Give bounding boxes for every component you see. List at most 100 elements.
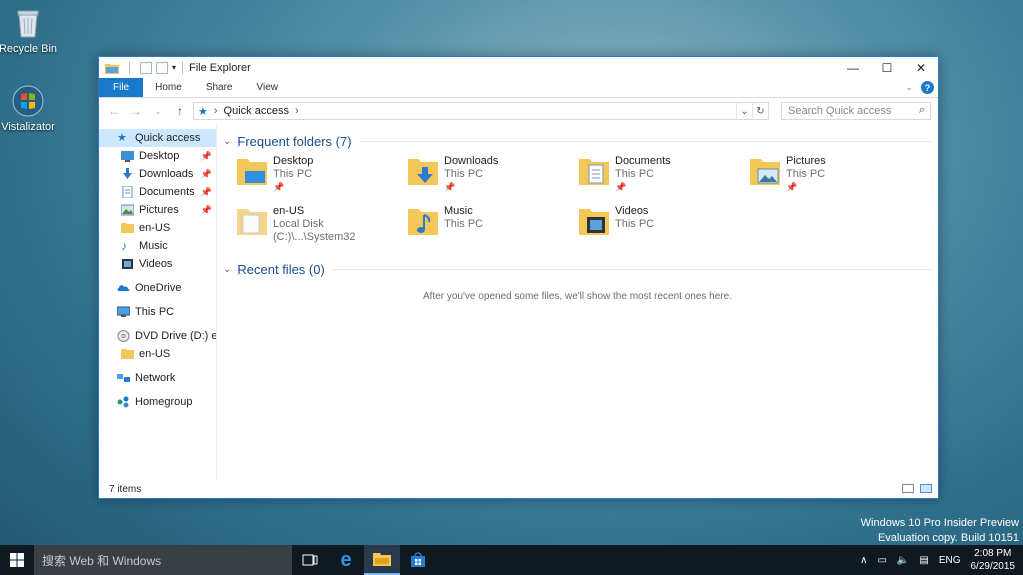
- folder-tile-pictures[interactable]: Pictures This PC 📌: [748, 153, 919, 203]
- sidebar-item-videos[interactable]: Videos: [99, 255, 216, 273]
- sidebar-item-label: en-US: [139, 348, 171, 360]
- taskbar: 搜索 Web 和 Windows e ∧ ▭ 🔈 ▤ ENG 2:08 PM 6…: [0, 545, 1023, 575]
- breadcrumb-quick-access[interactable]: Quick access: [224, 105, 289, 117]
- recent-locations-icon[interactable]: ⌄: [149, 107, 167, 116]
- action-center-icon[interactable]: ▤: [919, 555, 928, 566]
- sidebar-item-pictures[interactable]: Pictures 📌: [99, 201, 216, 219]
- tab-home[interactable]: Home: [143, 78, 194, 97]
- collapse-chevron-icon[interactable]: ⌄: [223, 264, 231, 275]
- forward-button[interactable]: →: [127, 104, 145, 118]
- sidebar-item-network[interactable]: Network: [99, 369, 216, 387]
- help-icon[interactable]: ?: [921, 81, 934, 94]
- sidebar-item-desktop[interactable]: Desktop 📌: [99, 147, 216, 165]
- start-button[interactable]: [0, 545, 34, 575]
- frequent-folders-header[interactable]: ⌄ Frequent folders (7): [223, 131, 932, 151]
- pin-icon: 📌: [200, 168, 212, 179]
- title-bar[interactable]: ▾ File Explorer — ☐ ✕: [99, 57, 938, 78]
- properties-icon[interactable]: [140, 61, 152, 74]
- view-switcher: [902, 484, 932, 493]
- close-button[interactable]: ✕: [904, 57, 938, 78]
- desktop-icon-recycle-bin[interactable]: Recycle Bin: [0, 6, 60, 55]
- folder-location: Local Disk (C:)\...\System32: [273, 218, 356, 243]
- breadcrumb-chevron-icon[interactable]: ›: [295, 105, 299, 117]
- qat-dropdown-icon[interactable]: ▾: [172, 63, 176, 72]
- sidebar-item-label: Network: [135, 372, 176, 384]
- sidebar-item-label: Desktop: [139, 150, 180, 162]
- music-folder-icon: [408, 209, 438, 235]
- clock[interactable]: 2:08 PM 6/29/2015: [971, 547, 1016, 573]
- desktop-folder-icon: [237, 159, 267, 185]
- search-input[interactable]: Search Quick access ⌕: [781, 102, 931, 120]
- refresh-icon[interactable]: ↻: [752, 103, 768, 119]
- sidebar-item-homegroup[interactable]: Homegroup: [99, 393, 216, 411]
- sidebar-item-this-pc[interactable]: This PC: [99, 303, 216, 321]
- details-view-icon[interactable]: [902, 484, 914, 493]
- up-button[interactable]: ↑: [171, 104, 189, 118]
- tab-share[interactable]: Share: [194, 78, 245, 97]
- tab-view[interactable]: View: [245, 78, 291, 97]
- sidebar-item-quick-access[interactable]: ★ Quick access: [99, 129, 216, 147]
- task-view-button[interactable]: [292, 545, 328, 575]
- volume-icon[interactable]: 🔈: [897, 555, 909, 566]
- folder-tile-desktop[interactable]: Desktop This PC 📌: [235, 153, 406, 203]
- folder-name: Videos: [615, 205, 649, 217]
- navigation-bar: ← → ⌄ ↑ ★ › Quick access › ⌄ ↻ Search Qu…: [99, 98, 938, 124]
- windows-logo-icon: [10, 553, 24, 567]
- documents-icon: [122, 186, 133, 198]
- taskbar-store[interactable]: [400, 545, 436, 575]
- sidebar-item-onedrive[interactable]: OneDrive: [99, 279, 216, 297]
- breadcrumb-chevron-icon[interactable]: ›: [214, 105, 218, 117]
- pin-icon: 📌: [273, 182, 285, 192]
- sidebar-item-en-us[interactable]: en-US: [99, 219, 216, 237]
- folder-tile-documents[interactable]: Documents This PC 📌: [577, 153, 748, 203]
- collapse-chevron-icon[interactable]: ⌄: [223, 136, 231, 147]
- show-hidden-icons-icon[interactable]: ∧: [860, 555, 867, 566]
- sidebar-item-music[interactable]: ♪ Music: [99, 237, 216, 255]
- maximize-button[interactable]: ☐: [870, 57, 904, 78]
- edge-icon: e: [340, 548, 352, 571]
- recent-files-empty-message: After you've opened some files, we'll sh…: [423, 291, 732, 302]
- minimize-button[interactable]: —: [836, 57, 870, 78]
- folder-location: This PC: [444, 168, 484, 180]
- desktop-icon-label: Vistalizator: [1, 121, 55, 133]
- address-dropdown-icon[interactable]: ⌄: [736, 103, 752, 119]
- address-bar[interactable]: ★ › Quick access › ⌄ ↻: [193, 102, 769, 120]
- clock-date: 6/29/2015: [970, 561, 1016, 572]
- folder-location: This PC: [786, 168, 826, 180]
- star-icon: ★: [117, 132, 127, 144]
- watermark-line: Evaluation copy. Build 10151: [877, 532, 1019, 544]
- back-button[interactable]: ←: [105, 104, 123, 118]
- pin-icon: 📌: [615, 182, 627, 192]
- sidebar-item-downloads[interactable]: Downloads 📌: [99, 165, 216, 183]
- taskbar-file-explorer[interactable]: [364, 545, 400, 575]
- search-placeholder: Search Quick access: [788, 105, 892, 117]
- network-tray-icon[interactable]: ▭: [877, 555, 886, 566]
- navigation-pane[interactable]: ★ Quick access Desktop 📌 Downloads 📌 Doc…: [99, 125, 217, 480]
- folder-tile-downloads[interactable]: Downloads This PC 📌: [406, 153, 577, 203]
- new-folder-icon[interactable]: [156, 61, 168, 74]
- folder-tile-videos[interactable]: Videos This PC: [577, 203, 748, 253]
- separator: [129, 61, 130, 74]
- onedrive-icon: [117, 285, 130, 291]
- search-icon: ⌕: [918, 104, 925, 116]
- folder-tile-en-us[interactable]: en-US Local Disk (C:)\...\System32: [235, 203, 406, 253]
- taskbar-edge[interactable]: e: [328, 545, 364, 575]
- expand-ribbon-icon[interactable]: ⌄: [905, 82, 913, 93]
- divider: [332, 268, 932, 270]
- taskbar-search-box[interactable]: 搜索 Web 和 Windows: [34, 545, 292, 575]
- input-language[interactable]: ENG: [939, 555, 961, 566]
- network-icon: [117, 374, 130, 382]
- desktop-icon: [121, 151, 134, 162]
- tab-file[interactable]: File: [99, 78, 144, 97]
- large-icons-view-icon[interactable]: [920, 484, 932, 493]
- windows-watermark: Windows 10 Pro Insider Preview Evaluatio…: [861, 516, 1019, 546]
- folder-name: Pictures: [786, 155, 826, 167]
- recent-files-header[interactable]: ⌄ Recent files (0): [223, 259, 932, 279]
- separator: [182, 61, 184, 74]
- sidebar-item-dvd-drive[interactable]: DVD Drive (D:) en-U: [99, 327, 216, 345]
- sidebar-item-documents[interactable]: Documents 📌: [99, 183, 216, 201]
- sidebar-item-dvd-en-us[interactable]: en-US: [99, 345, 216, 363]
- folder-tile-music[interactable]: Music This PC: [406, 203, 577, 253]
- downloads-folder-icon: [408, 159, 438, 185]
- desktop-icon-vistalizator[interactable]: Vistalizator: [0, 84, 60, 133]
